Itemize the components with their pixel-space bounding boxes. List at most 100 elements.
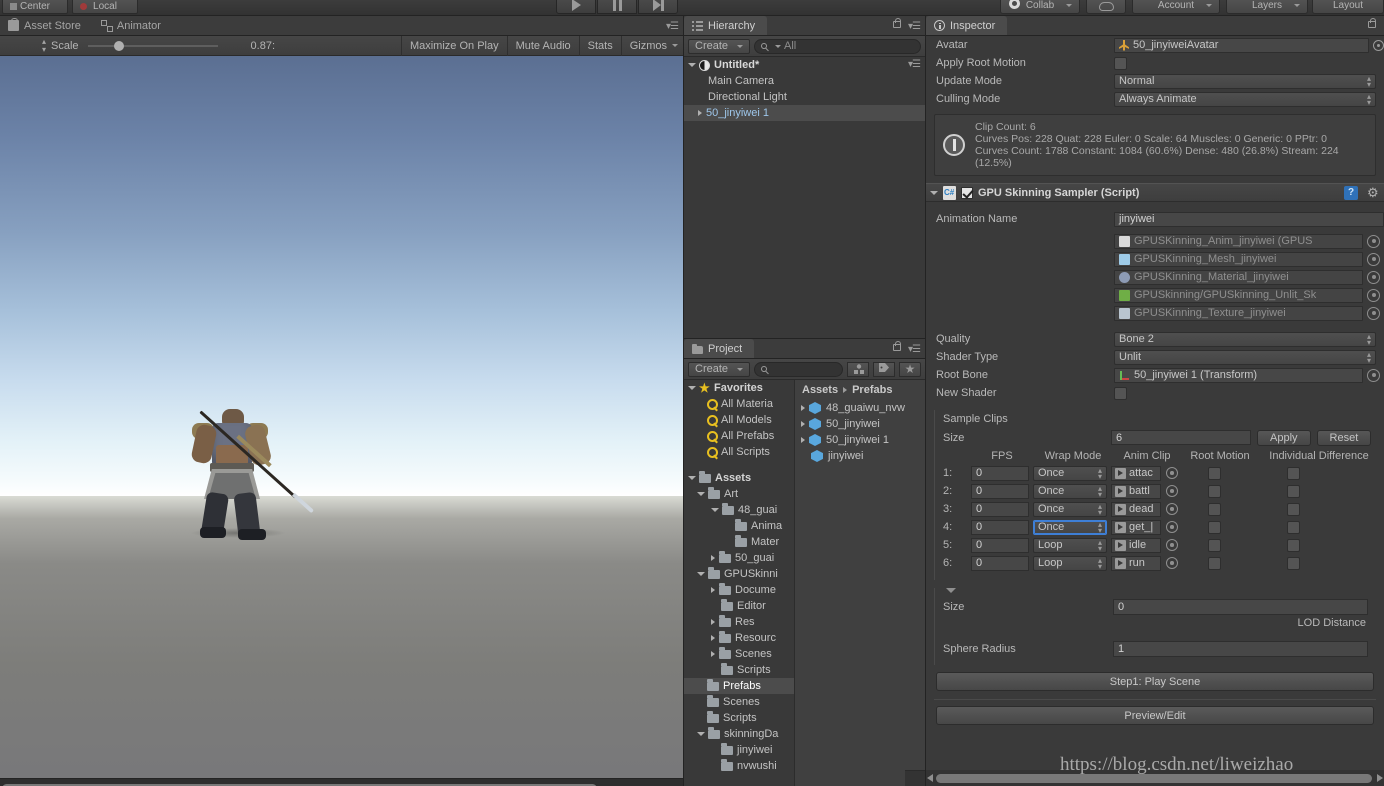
project-panel-menu-icon[interactable]: ▾☰ [908, 344, 921, 355]
gizmos-button[interactable]: Gizmos [620, 35, 683, 56]
avatar-field[interactable]: 50_jinyiweiAvatar [1114, 37, 1369, 53]
project-favorite-all-prefabs[interactable]: All Prefabs [684, 428, 794, 444]
new-shader-checkbox[interactable] [1114, 386, 1127, 400]
hierarchy-item-directional-light[interactable]: Directional Light [684, 89, 925, 105]
animation-name-input[interactable]: jinyiwei [1114, 211, 1384, 227]
expand-triangle-icon[interactable] [801, 437, 805, 443]
lock-icon[interactable] [1368, 18, 1376, 28]
project-folder-resources[interactable]: Resourc [684, 630, 794, 646]
apply-root-motion-checkbox[interactable] [1114, 56, 1127, 70]
collab-button[interactable]: Collab [1000, 0, 1080, 14]
clip-wrap-mode-dropdown[interactable]: Once ▴ ▾ [1033, 483, 1107, 499]
search-filter-chevron-icon[interactable] [775, 44, 782, 48]
maximize-on-play-button[interactable]: Maximize On Play [400, 35, 507, 56]
lod-size-input[interactable]: 0 [1113, 599, 1368, 615]
clip-anim-object-picker[interactable] [1166, 467, 1178, 479]
expand-triangle-icon[interactable] [711, 508, 719, 512]
clip-anim-field[interactable]: run [1111, 555, 1161, 571]
project-assets-column[interactable]: Assets Prefabs 48_guaiwu_nvw 50_jinyiwei [794, 380, 1013, 786]
project-folder-scenes-gpu[interactable]: Scenes [684, 646, 794, 662]
tab-asset-store[interactable]: Asset Store [0, 16, 93, 35]
project-folder-gpuskinning[interactable]: GPUSkinni [684, 566, 794, 582]
lock-icon[interactable] [893, 341, 901, 351]
texture-asset-field[interactable]: GPUSKinning_Texture_jinyiwei [1114, 305, 1363, 321]
step-button[interactable] [638, 0, 678, 14]
clip-individual-difference-checkbox[interactable] [1287, 466, 1300, 480]
expand-triangle-icon[interactable] [711, 555, 715, 561]
shader-type-dropdown[interactable]: Unlit ▴ ▾ [1114, 349, 1376, 365]
project-asset-48-guaiwu-nvw[interactable]: 48_guaiwu_nvw [795, 400, 925, 416]
clip-anim-object-picker[interactable] [1166, 557, 1178, 569]
breadcrumb-assets[interactable]: Assets [802, 384, 838, 396]
layers-button[interactable]: Layers [1226, 0, 1308, 14]
clip-individual-difference-checkbox[interactable] [1287, 556, 1300, 570]
project-favorite-all-materials[interactable]: All Materia [684, 396, 794, 412]
anim-asset-object-picker[interactable] [1367, 234, 1380, 248]
clip-anim-object-picker[interactable] [1166, 503, 1178, 515]
hierarchy-search-input[interactable]: All [754, 38, 921, 54]
breadcrumb-prefabs[interactable]: Prefabs [852, 384, 892, 396]
project-asset-jinyiwei[interactable]: jinyiwei [795, 448, 925, 464]
project-asset-50-jinyiwei[interactable]: 50_jinyiwei [795, 416, 925, 432]
culling-mode-dropdown[interactable]: Always Animate ▴ ▾ [1114, 91, 1376, 107]
clip-root-motion-checkbox[interactable] [1208, 520, 1221, 534]
project-folder-scenes[interactable]: Scenes [684, 694, 794, 710]
hierarchy-tree[interactable]: Untitled* ▾☰ Main Camera Directional Lig… [684, 57, 925, 338]
clip-wrap-mode-dropdown[interactable]: Loop ▴ ▾ [1033, 537, 1107, 553]
scale-slider[interactable] [87, 40, 218, 51]
hierarchy-item-50-jinyiwei-1[interactable]: 50_jinyiwei 1 [684, 105, 925, 121]
material-asset-field[interactable]: GPUSKinning_Material_jinyiwei [1114, 269, 1363, 285]
clip-individual-difference-checkbox[interactable] [1287, 520, 1300, 534]
apply-button[interactable]: Apply [1257, 429, 1311, 446]
stats-button[interactable]: Stats [578, 35, 621, 56]
clip-anim-field[interactable]: idle [1111, 537, 1161, 553]
project-favorite-all-models[interactable]: All Models [684, 412, 794, 428]
scroll-right-arrow-icon[interactable] [1377, 774, 1383, 782]
character-model[interactable] [180, 401, 314, 541]
project-tree-column[interactable]: ★ Favorites All Materia All Models All P… [684, 380, 794, 786]
project-folder-scripts-gpu[interactable]: Scripts [684, 662, 794, 678]
project-folder-scripts[interactable]: Scripts [684, 710, 794, 726]
material-asset-object-picker[interactable] [1367, 270, 1380, 284]
texture-asset-object-picker[interactable] [1367, 306, 1380, 320]
scene-horizontal-scrollbar[interactable] [0, 778, 683, 786]
hierarchy-item-main-camera[interactable]: Main Camera [684, 73, 925, 89]
expand-triangle-icon[interactable] [801, 421, 805, 427]
update-mode-dropdown[interactable]: Normal ▴ ▾ [1114, 73, 1376, 89]
clip-root-motion-checkbox[interactable] [1208, 556, 1221, 570]
filter-by-label-button[interactable] [873, 361, 895, 377]
account-button[interactable]: Account [1132, 0, 1220, 14]
pivot-center-button[interactable]: Center [2, 0, 68, 14]
clip-root-motion-checkbox[interactable] [1208, 484, 1221, 498]
scroll-left-arrow-icon[interactable] [927, 774, 933, 782]
mute-audio-button[interactable]: Mute Audio [506, 35, 579, 56]
gear-icon[interactable] [1367, 186, 1380, 199]
clip-individual-difference-checkbox[interactable] [1287, 538, 1300, 552]
chevron-down-icon[interactable] [672, 44, 678, 47]
clip-root-motion-checkbox[interactable] [1208, 466, 1221, 480]
project-folder-prefabs[interactable]: Prefabs [684, 678, 794, 694]
shader-asset-object-picker[interactable] [1367, 288, 1380, 302]
expand-triangle-icon[interactable] [711, 635, 715, 641]
root-bone-field[interactable]: 50_jinyiwei 1 (Transform) [1114, 367, 1363, 383]
project-folder-48-guaiwu[interactable]: 48_guai [684, 502, 794, 518]
favorite-button[interactable]: ★ [899, 361, 921, 377]
play-button[interactable] [556, 0, 596, 14]
cloud-services-button[interactable] [1086, 0, 1126, 14]
expand-triangle-icon[interactable] [688, 63, 696, 67]
gpu-skinning-enabled-checkbox[interactable] [961, 186, 973, 199]
expand-triangle-icon[interactable] [698, 110, 702, 116]
scale-stepper-icon[interactable]: ▴ ▾ [42, 37, 46, 54]
quality-dropdown[interactable]: Bone 2 ▴ ▾ [1114, 331, 1376, 347]
clip-anim-object-picker[interactable] [1166, 539, 1178, 551]
expand-triangle-icon[interactable] [801, 405, 805, 411]
tab-animator[interactable]: Animator [93, 16, 173, 35]
clip-fps-input[interactable]: 0 [971, 519, 1029, 535]
step1-play-scene-button[interactable]: Step1: Play Scene [936, 672, 1374, 691]
clip-individual-difference-checkbox[interactable] [1287, 484, 1300, 498]
project-search-input[interactable] [754, 361, 843, 377]
clip-fps-input[interactable]: 0 [971, 483, 1029, 499]
lod-collapse-triangle-icon[interactable] [946, 588, 956, 593]
clip-fps-input[interactable]: 0 [971, 537, 1029, 553]
scene-context-menu-icon[interactable]: ▾☰ [908, 59, 921, 70]
